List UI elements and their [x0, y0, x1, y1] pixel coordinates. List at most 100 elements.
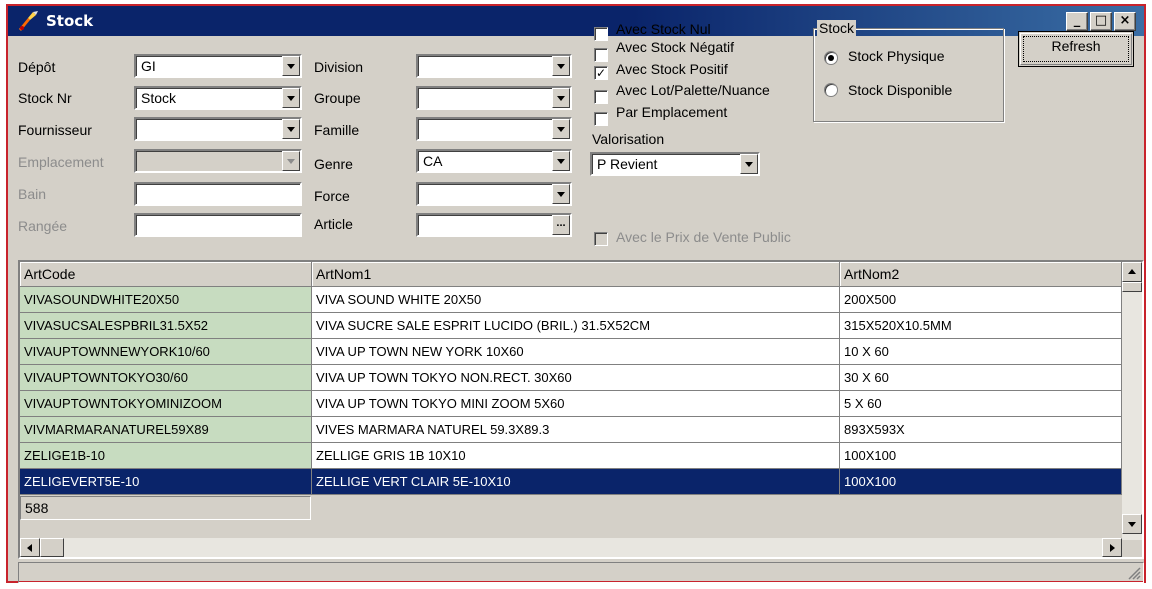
- force-dropdown-icon[interactable]: [552, 184, 570, 204]
- rangee-label: Rangée: [18, 218, 68, 234]
- famille-dropdown-icon[interactable]: [552, 119, 570, 139]
- groupe-dropdown-icon[interactable]: [552, 88, 570, 108]
- stock-group-legend: Stock: [817, 20, 857, 36]
- minimize-button[interactable]: _: [1066, 12, 1088, 31]
- article-input[interactable]: ...: [416, 213, 572, 237]
- column-header-artnom1[interactable]: ArtNom1: [312, 262, 840, 287]
- cell-artnom2[interactable]: 200X500: [840, 287, 1122, 313]
- stock-physique-label[interactable]: Stock Physique: [848, 48, 945, 64]
- stock-disponible-radio[interactable]: [824, 83, 838, 97]
- column-header-artcode[interactable]: ArtCode: [20, 262, 312, 287]
- cell-artnom1[interactable]: VIVES MARMARA NATUREL 59.3X89.3: [312, 417, 840, 443]
- cell-artnom2[interactable]: 893X593X: [840, 417, 1122, 443]
- scroll-left-icon[interactable]: [20, 538, 40, 557]
- avec-lot-checkbox[interactable]: [594, 90, 608, 104]
- scroll-right-icon[interactable]: [1102, 538, 1122, 557]
- article-browse-button[interactable]: ...: [552, 215, 570, 235]
- genre-label: Genre: [314, 156, 353, 172]
- stock-grid[interactable]: ArtCode ArtNom1 ArtNom2 VIVASOUNDWHITE20…: [18, 260, 1144, 559]
- maximize-button[interactable]: □: [1090, 12, 1112, 31]
- stock-nr-dropdown-icon[interactable]: [282, 88, 300, 108]
- prix-vente-public-checkbox: [594, 232, 608, 246]
- cell-artnom2[interactable]: 100X100: [840, 443, 1122, 469]
- cell-artnom1[interactable]: ZELLIGE VERT CLAIR 5E-10X10: [312, 469, 840, 495]
- genre-value: CA: [423, 153, 443, 169]
- groupe-label: Groupe: [314, 90, 361, 106]
- fournisseur-dropdown-icon[interactable]: [282, 119, 300, 139]
- cell-artnom1[interactable]: VIVA SOUND WHITE 20X50: [312, 287, 840, 313]
- stock-window: Stock _ □ × Dépôt GI Stock Nr Stock Four…: [6, 4, 1146, 583]
- avec-lot-label[interactable]: Avec Lot/Palette/Nuance: [616, 82, 770, 98]
- stock-nr-select[interactable]: Stock: [134, 86, 302, 110]
- valorisation-dropdown-icon[interactable]: [740, 154, 758, 174]
- force-select[interactable]: [416, 182, 572, 206]
- cell-artnom2[interactable]: 10 X 60: [840, 339, 1122, 365]
- cell-artnom1[interactable]: VIVA UP TOWN NEW YORK 10X60: [312, 339, 840, 365]
- stock-disponible-label[interactable]: Stock Disponible: [848, 82, 952, 98]
- record-count: 588: [20, 496, 311, 520]
- scroll-down-icon[interactable]: [1122, 514, 1142, 534]
- avec-stock-negatif-checkbox[interactable]: [594, 48, 608, 62]
- cell-artnom2[interactable]: 30 X 60: [840, 365, 1122, 391]
- fournisseur-label: Fournisseur: [18, 122, 92, 138]
- cell-artcode[interactable]: VIVAUPTOWNNEWYORK10/60: [20, 339, 312, 365]
- vertical-scrollbar[interactable]: [1122, 262, 1142, 540]
- prix-vente-public-label: Avec le Prix de Vente Public: [616, 229, 791, 245]
- avec-stock-positif-checkbox[interactable]: ✓: [594, 66, 608, 80]
- cell-artnom2[interactable]: 5 X 60: [840, 391, 1122, 417]
- horizontal-scrollbar[interactable]: [20, 538, 1122, 557]
- depot-dropdown-icon[interactable]: [282, 56, 300, 76]
- cell-artnom1[interactable]: VIVA SUCRE SALE ESPRIT LUCIDO (BRIL.) 31…: [312, 313, 840, 339]
- avec-stock-negatif-label[interactable]: Avec Stock Négatif: [616, 39, 734, 55]
- division-dropdown-icon[interactable]: [552, 56, 570, 76]
- vertical-scroll-thumb[interactable]: [1122, 282, 1142, 292]
- cell-artcode[interactable]: VIVAUPTOWNTOKYO30/60: [20, 365, 312, 391]
- cell-artcode[interactable]: VIVASUCSALESPBRIL31.5X52: [20, 313, 312, 339]
- stock-groupbox: [813, 28, 1004, 122]
- scroll-up-icon[interactable]: [1122, 262, 1142, 282]
- depot-value: GI: [141, 58, 156, 74]
- division-label: Division: [314, 59, 364, 75]
- rangee-input[interactable]: [134, 213, 302, 237]
- status-bar: [18, 562, 1144, 583]
- valorisation-value: P Revient: [597, 156, 658, 172]
- genre-select[interactable]: CA: [416, 149, 572, 173]
- cell-artcode[interactable]: VIVMARMARANATUREL59X89: [20, 417, 312, 443]
- cell-artcode[interactable]: ZELIGE1B-10: [20, 443, 312, 469]
- stock-physique-radio[interactable]: [824, 51, 838, 65]
- cell-artnom2[interactable]: 315X520X10.5MM: [840, 313, 1122, 339]
- cell-artnom1[interactable]: VIVA UP TOWN TOKYO MINI ZOOM 5X60: [312, 391, 840, 417]
- refresh-button[interactable]: Refresh: [1018, 31, 1134, 67]
- fournisseur-select[interactable]: [134, 117, 302, 141]
- radio-dot-icon: [828, 55, 834, 61]
- bain-input[interactable]: [134, 182, 302, 206]
- genre-dropdown-icon[interactable]: [552, 151, 570, 171]
- famille-select[interactable]: [416, 117, 572, 141]
- cell-artnom2[interactable]: 100X100: [840, 469, 1122, 495]
- valorisation-label: Valorisation: [592, 131, 665, 147]
- check-icon: ✓: [595, 66, 607, 80]
- resize-grip-icon[interactable]: [1127, 566, 1141, 580]
- cell-artnom1[interactable]: VIVA UP TOWN TOKYO NON.RECT. 30X60: [312, 365, 840, 391]
- cell-artcode[interactable]: ZELIGEVERT5E-10: [20, 469, 312, 495]
- cell-artcode[interactable]: VIVAUPTOWNTOKYOMINIZOOM: [20, 391, 312, 417]
- avec-stock-nul-label[interactable]: Avec Stock Nul: [616, 21, 711, 37]
- par-emplacement-checkbox[interactable]: [594, 112, 608, 126]
- horizontal-scroll-thumb[interactable]: [40, 538, 64, 557]
- par-emplacement-label[interactable]: Par Emplacement: [616, 104, 727, 120]
- groupe-select[interactable]: [416, 86, 572, 110]
- column-header-artnom2[interactable]: ArtNom2: [840, 262, 1122, 287]
- depot-select[interactable]: GI: [134, 54, 302, 78]
- depot-label: Dépôt: [18, 59, 56, 75]
- avec-stock-positif-label[interactable]: Avec Stock Positif: [616, 61, 728, 77]
- window-title: Stock: [46, 12, 94, 30]
- valorisation-select[interactable]: P Revient: [590, 152, 760, 176]
- emplacement-select: [134, 149, 302, 173]
- cell-artcode[interactable]: VIVASOUNDWHITE20X50: [20, 287, 312, 313]
- cell-artnom1[interactable]: ZELLIGE GRIS 1B 10X10: [312, 443, 840, 469]
- avec-stock-nul-checkbox[interactable]: [594, 27, 608, 41]
- stock-nr-label: Stock Nr: [18, 90, 72, 106]
- close-button[interactable]: ×: [1114, 12, 1136, 31]
- emplacement-dropdown-icon: [282, 151, 300, 171]
- division-select[interactable]: [416, 54, 572, 78]
